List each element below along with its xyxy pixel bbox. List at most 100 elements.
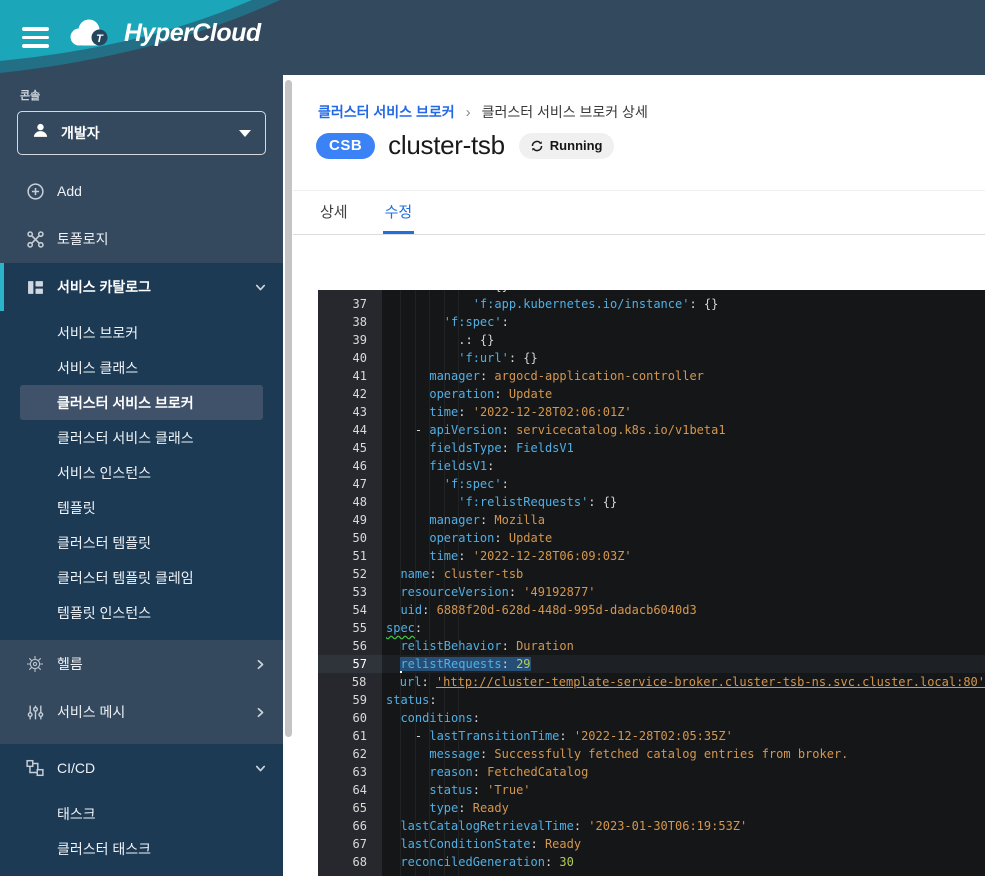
sidebar-item[interactable]: 클러스터 템플릿 클레임 xyxy=(20,560,263,595)
code-token: : xyxy=(502,477,509,491)
code-token xyxy=(386,837,400,851)
sidebar-item[interactable]: 템플릿 인스턴스 xyxy=(20,595,263,630)
code-line[interactable]: 57 relistRequests: 29 xyxy=(318,655,985,673)
sidebar-item[interactable]: 클러스터 서비스 브로커 xyxy=(20,385,263,420)
sidebar-nav: 콘솔 개발자 Add토폴로지서비스 카탈로그서비스 브로커서비스 클래스클러스터… xyxy=(0,75,283,876)
code-line[interactable]: 43 time: '2022-12-28T02:06:01Z' xyxy=(318,403,985,421)
code-token: type xyxy=(429,801,458,815)
code-line[interactable]: 48 'f:relistRequests': {} xyxy=(318,493,985,511)
code-line-content: name: cluster-tsb xyxy=(382,565,985,583)
tab-detail[interactable]: 상세 xyxy=(318,191,350,234)
code-line[interactable]: 59status: xyxy=(318,691,985,709)
tab-edit[interactable]: 수정 xyxy=(383,191,415,234)
code-token: reason xyxy=(429,765,472,779)
code-token: Duration xyxy=(516,639,574,653)
code-line[interactable]: 67 lastConditionState: Ready xyxy=(318,835,985,853)
code-line[interactable]: 60 conditions: xyxy=(318,709,985,727)
code-token xyxy=(386,297,473,311)
line-number: 52 xyxy=(318,565,382,583)
sidebar-item[interactable]: 템플릿 xyxy=(20,490,263,525)
sidebar-section-header[interactable]: CI/CD xyxy=(0,744,283,792)
sidebar-item-add[interactable]: Add xyxy=(0,167,283,215)
helm-icon xyxy=(24,654,46,674)
code-token: 'f:spec' xyxy=(444,477,502,491)
code-line[interactable]: 38 'f:spec': xyxy=(318,313,985,331)
sidebar-menu: Add토폴로지서비스 카탈로그서비스 브로커서비스 클래스클러스터 서비스 브로… xyxy=(0,167,283,876)
brand-name: HyperCloud xyxy=(124,19,261,48)
code-token: : xyxy=(545,855,559,869)
sidebar-item[interactable]: 클러스터 서비스 클래스 xyxy=(20,420,263,455)
code-token: : xyxy=(415,621,422,635)
code-line[interactable]: 68 reconciledGeneration: 30 xyxy=(318,853,985,871)
sidebar-item[interactable]: 태스크 런 xyxy=(20,866,263,876)
sidebar-section-header[interactable]: 서비스 메시 xyxy=(0,688,283,736)
code-token: : xyxy=(473,765,487,779)
code-line[interactable]: 49 manager: Mozilla xyxy=(318,511,985,529)
sidebar-item-topology[interactable]: 토폴로지 xyxy=(0,215,283,263)
code-line[interactable]: 40 'f:url': {} xyxy=(318,349,985,367)
brand-logo[interactable]: T HyperCloud xyxy=(66,16,261,50)
code-line[interactable]: 58 url: 'http://cluster-template-service… xyxy=(318,673,985,691)
code-line[interactable]: 62 message: Successfully fetched catalog… xyxy=(318,745,985,763)
code-line[interactable]: 64 status: 'True' xyxy=(318,781,985,799)
code-line-content: 'f:spec': xyxy=(382,475,985,493)
line-number: 37 xyxy=(318,295,382,313)
code-line[interactable]: 55spec: xyxy=(318,619,985,637)
code-line-content: spec: xyxy=(382,619,985,637)
code-token: : xyxy=(480,747,494,761)
code-line[interactable]: 46 fieldsV1: xyxy=(318,457,985,475)
code-line[interactable]: 66 lastCatalogRetrievalTime: '2023-01-30… xyxy=(318,817,985,835)
sidebar-item[interactable]: 태스크 xyxy=(20,796,263,831)
mesh-icon xyxy=(24,704,46,721)
code-line[interactable]: 52 name: cluster-tsb xyxy=(318,565,985,583)
sidebar-item[interactable]: 서비스 클래스 xyxy=(20,350,263,385)
line-number: 57 xyxy=(318,655,382,673)
yaml-editor[interactable]: 36 .: {}37 'f:app.kubernetes.io/instance… xyxy=(318,290,985,876)
code-line[interactable]: 53 resourceVersion: '49192877' xyxy=(318,583,985,601)
code-line[interactable]: 54 uid: 6888f20d-628d-448d-995d-dadacb60… xyxy=(318,601,985,619)
cloud-logo-icon: T xyxy=(66,16,116,50)
line-number: 58 xyxy=(318,673,381,691)
code-line-content: fieldsV1: xyxy=(382,457,985,475)
code-line[interactable]: 45 fieldsType: FieldsV1 xyxy=(318,439,985,457)
sidebar-item[interactable]: 클러스터 태스크 xyxy=(20,831,263,866)
code-token: time xyxy=(429,405,458,419)
code-token: time xyxy=(429,549,458,563)
menu-hamburger-icon[interactable] xyxy=(22,27,49,48)
code-line-content: status: xyxy=(382,691,985,709)
code-line[interactable]: 47 'f:spec': xyxy=(318,475,985,493)
code-line[interactable]: 44 - apiVersion: servicecatalog.k8s.io/v… xyxy=(318,421,985,439)
code-line[interactable]: 61 - lastTransitionTime: '2022-12-28T02:… xyxy=(318,727,985,745)
sidebar-section-header[interactable]: 헬름 xyxy=(0,640,283,688)
sidebar-section-header[interactable]: 서비스 카탈로그 xyxy=(0,263,283,311)
line-number: 61 xyxy=(318,727,382,745)
code-token: Update xyxy=(509,387,552,401)
code-token: : xyxy=(502,315,509,329)
sidebar-item[interactable]: 서비스 브로커 xyxy=(20,315,263,350)
line-number: 68 xyxy=(318,853,382,871)
code-line-content: manager: argocd-application-controller xyxy=(382,367,985,385)
sidebar-item[interactable]: 클러스터 템플릿 xyxy=(20,525,263,560)
breadcrumb-link[interactable]: 클러스터 서비스 브로커 xyxy=(318,102,455,122)
code-line[interactable]: 39 .: {} xyxy=(318,331,985,349)
code-token: : xyxy=(502,657,516,671)
code-line[interactable]: 63 reason: FetchedCatalog xyxy=(318,763,985,781)
code-line[interactable]: 41 manager: argocd-application-controlle… xyxy=(318,367,985,385)
code-line[interactable]: 51 time: '2022-12-28T06:09:03Z' xyxy=(318,547,985,565)
code-line[interactable]: 56 relistBehavior: Duration xyxy=(318,637,985,655)
code-token: '2022-12-28T02:06:01Z' xyxy=(473,405,632,419)
code-line-content: status: 'True' xyxy=(382,781,985,799)
code-line[interactable]: 50 operation: Update xyxy=(318,529,985,547)
sidebar-item-label: 클러스터 태스크 xyxy=(57,839,151,859)
perspective-dropdown[interactable]: 개발자 xyxy=(17,111,266,155)
code-line-content: 'f:spec': xyxy=(382,313,985,331)
code-token xyxy=(386,783,429,797)
sidebar-scrollbar-thumb[interactable] xyxy=(285,80,292,737)
sidebar-item[interactable]: 서비스 인스턴스 xyxy=(20,455,263,490)
sidebar-section-label: CI/CD xyxy=(57,760,253,776)
code-line[interactable]: 42 operation: Update xyxy=(318,385,985,403)
code-token xyxy=(386,459,429,473)
code-line[interactable]: 37 'f:app.kubernetes.io/instance': {} xyxy=(318,295,985,313)
tab-bar: 상세 수정 xyxy=(293,190,985,235)
code-line[interactable]: 65 type: Ready xyxy=(318,799,985,817)
